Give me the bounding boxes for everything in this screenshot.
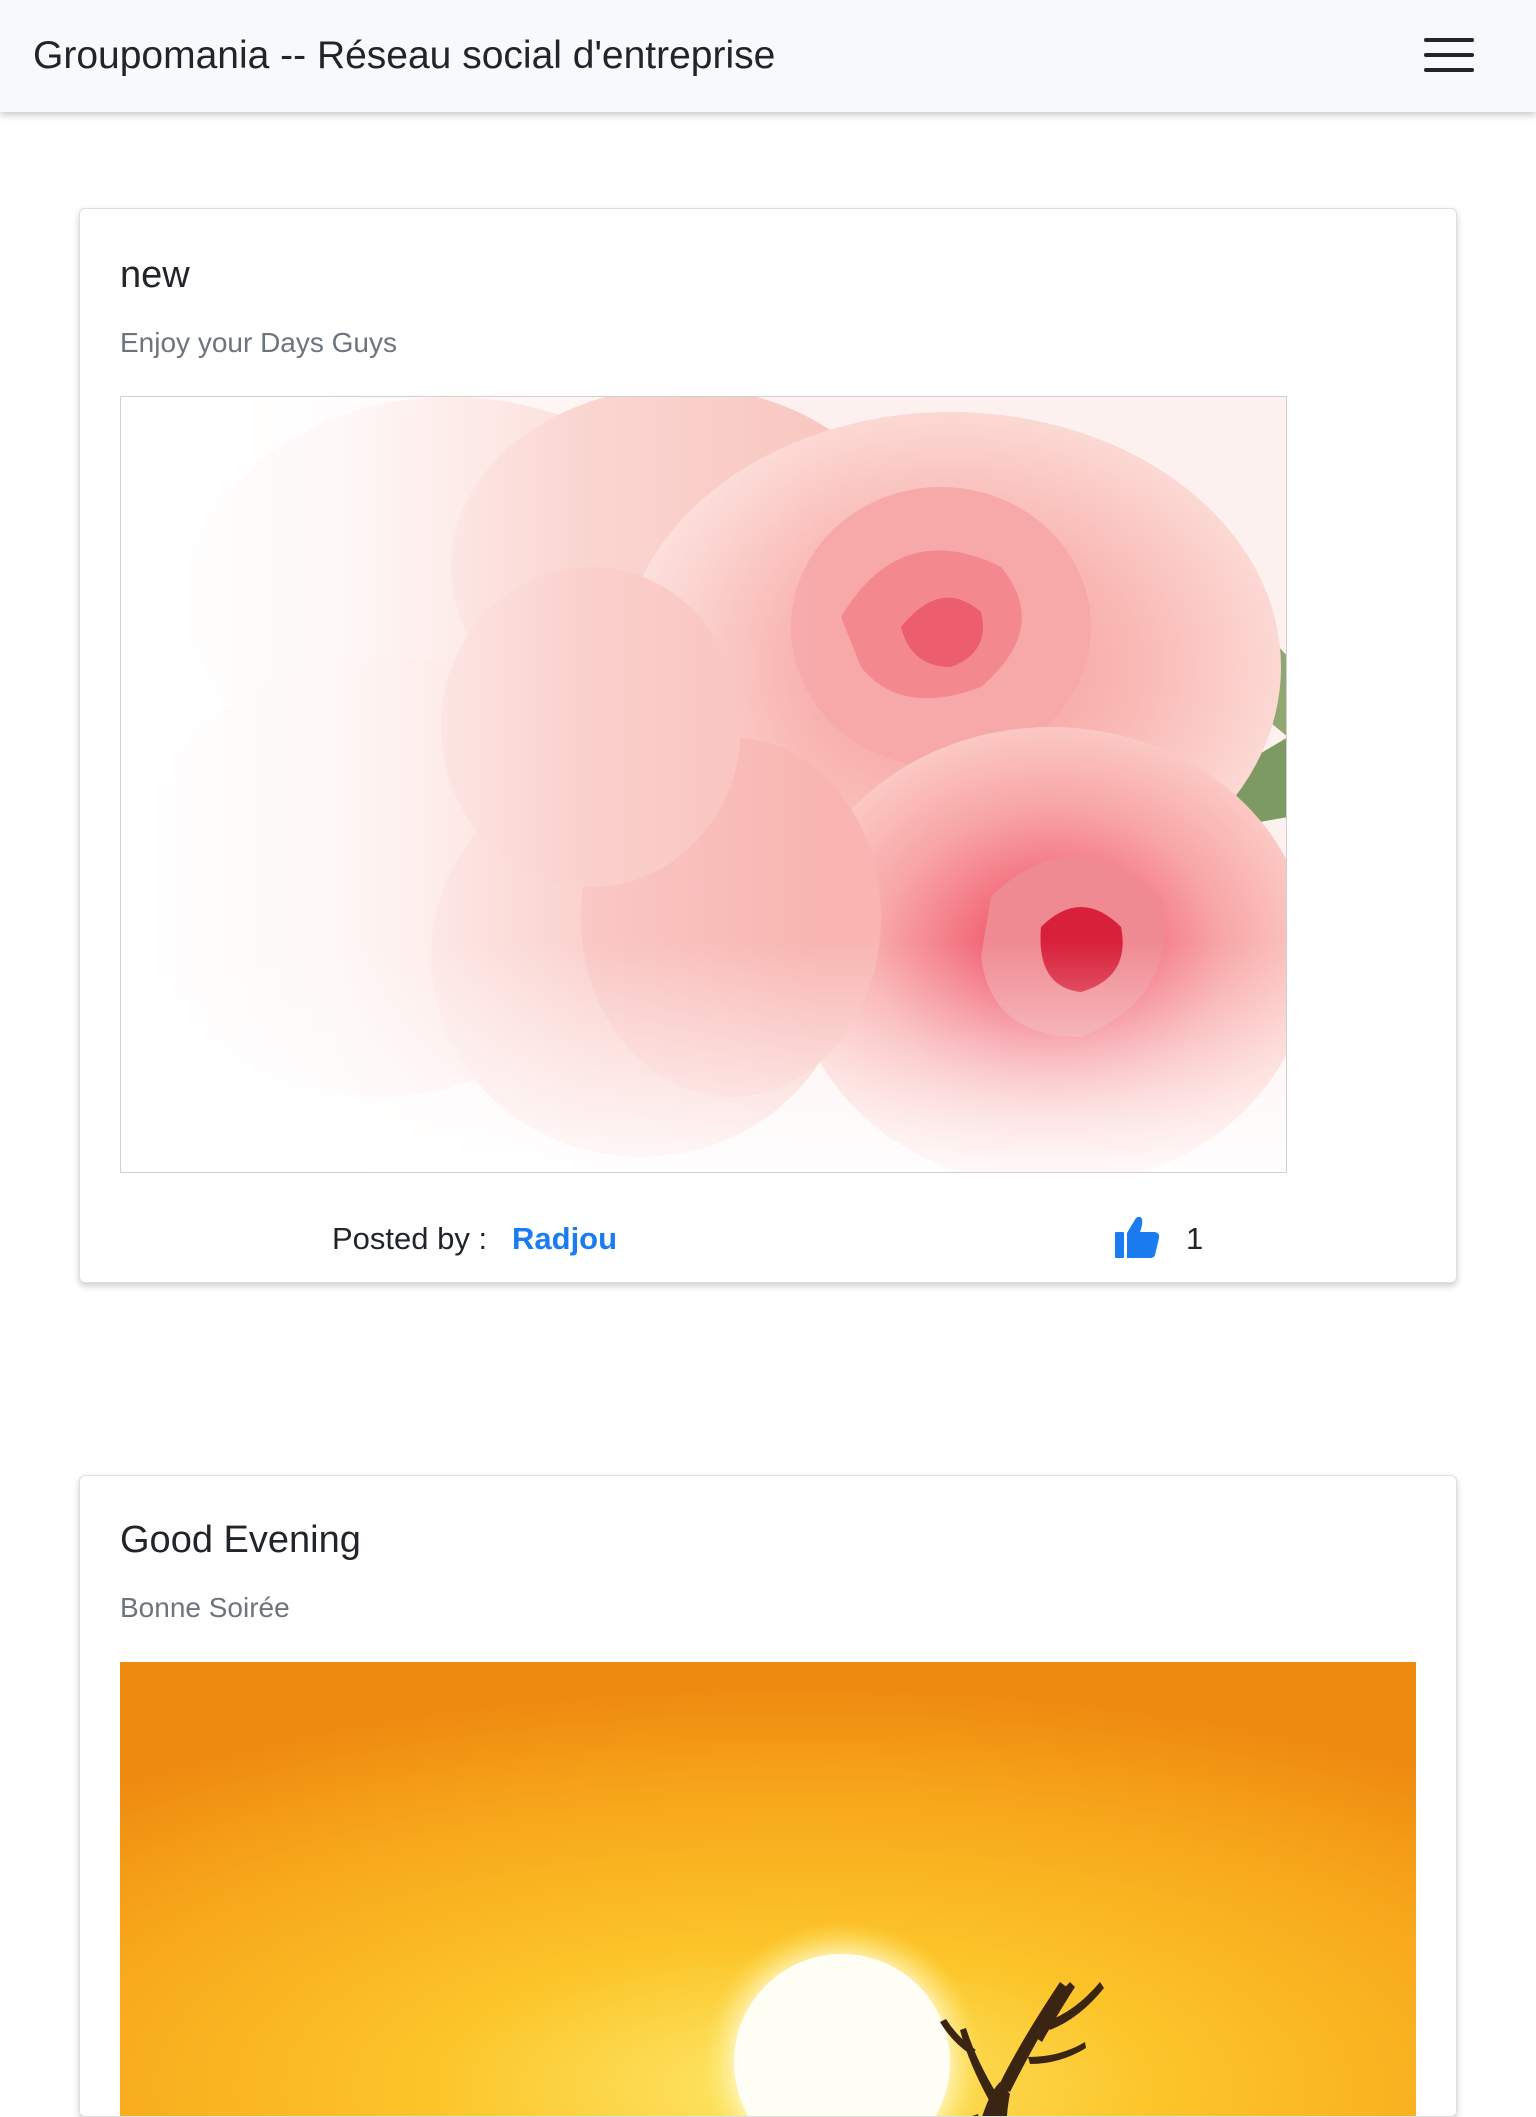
post-title: Good Evening <box>120 1519 361 1561</box>
post-card: Good Evening Bonne Soirée <box>79 1475 1457 2117</box>
post-title: new <box>120 254 190 296</box>
pink-roses-photo <box>120 396 1287 1173</box>
like-count: 1 <box>1186 1221 1204 1256</box>
menu-bar-line <box>1424 38 1474 42</box>
author-link[interactable]: Radjou <box>512 1219 617 1259</box>
post-card: new Enjoy your Days Guys Posted by: Rad… <box>79 208 1457 1283</box>
menu-bar-line <box>1424 53 1474 57</box>
post-text: Enjoy your Days Guys <box>120 327 397 358</box>
hamburger-menu-icon[interactable] <box>1420 34 1480 76</box>
posted-by-label: Posted by : <box>332 1221 488 1256</box>
post-text: Bonne Soirée <box>120 1592 290 1623</box>
thumbs-up-icon[interactable] <box>1114 1215 1160 1259</box>
sunset-deer-photo <box>120 1662 1416 2116</box>
brand-title[interactable]: Groupomania -- Réseau social d'entrepris… <box>33 30 775 82</box>
menu-bar-line <box>1424 68 1474 72</box>
top-navbar: Groupomania -- Réseau social d'entrepris… <box>0 0 1536 112</box>
